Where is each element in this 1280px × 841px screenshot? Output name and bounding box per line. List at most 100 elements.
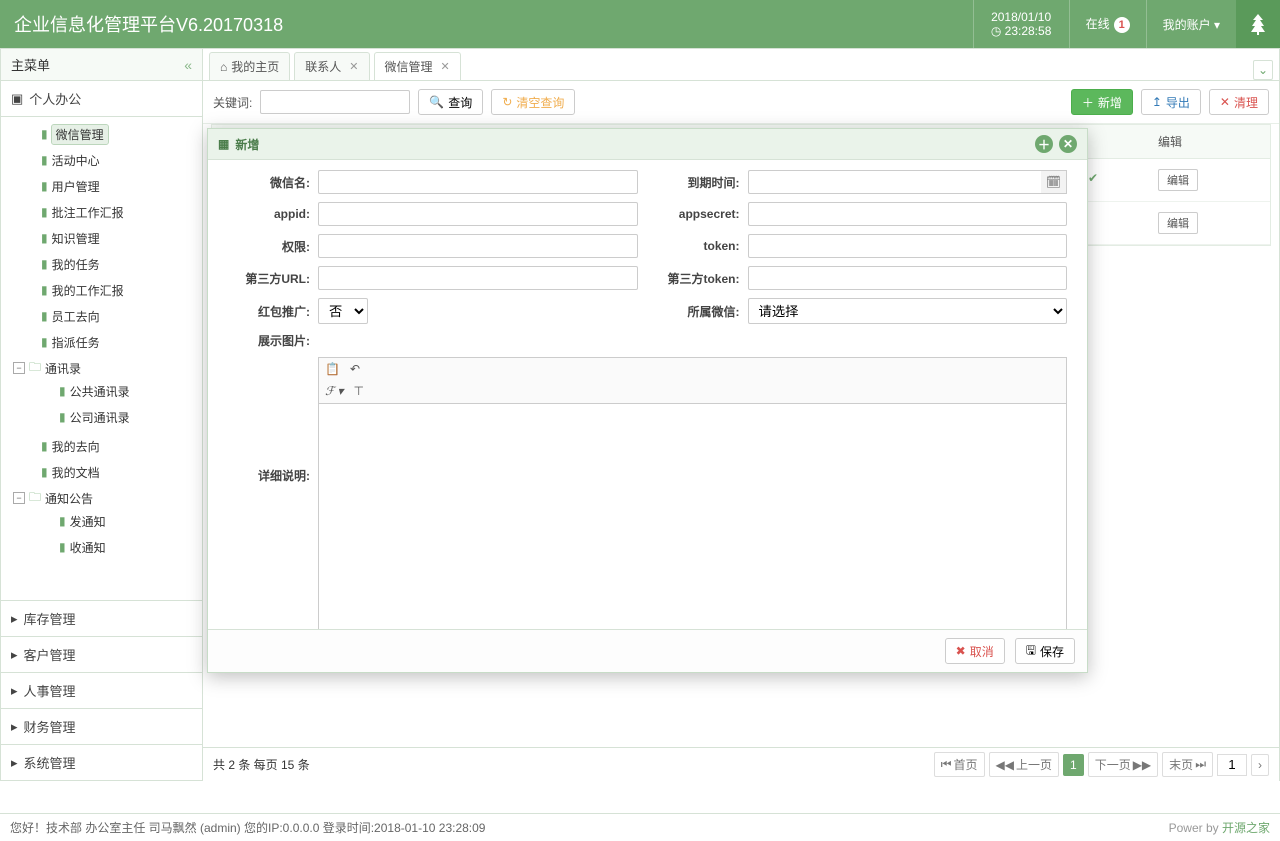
sidebar-section-hr[interactable]: ▸人事管理 bbox=[1, 673, 202, 709]
file-icon: ▮ bbox=[41, 205, 48, 219]
label-thirdtoken: 第三方token: bbox=[658, 270, 748, 287]
dialog-header[interactable]: ▦新增 ＋ ✕ bbox=[208, 129, 1087, 160]
sidebar-section-finance[interactable]: ▸财务管理 bbox=[1, 709, 202, 745]
add-button[interactable]: ＋新增 bbox=[1071, 89, 1133, 115]
input-wxname[interactable] bbox=[318, 170, 638, 194]
pager-summary: 共 2 条 每页 15 条 bbox=[213, 756, 310, 773]
tree-company-contacts[interactable]: ▮公司通讯录 bbox=[1, 407, 202, 427]
pager-next[interactable]: 下一页▶▶ bbox=[1088, 752, 1158, 777]
input-perm[interactable] bbox=[318, 234, 638, 258]
cell-edit: 编辑 bbox=[1150, 208, 1240, 238]
tree-public-contacts[interactable]: ▮公共通讯录 bbox=[1, 381, 202, 401]
file-icon: ▮ bbox=[41, 179, 48, 193]
tree-icon bbox=[1249, 13, 1267, 35]
editor-undo-icon[interactable]: ↶ bbox=[350, 362, 360, 376]
close-icon[interactable]: ✕ bbox=[349, 60, 358, 73]
tree-mydoc[interactable]: ▮我的文档 bbox=[1, 462, 202, 482]
tree-note[interactable]: ▮批注工作汇报 bbox=[1, 202, 202, 222]
pager-first[interactable]: ⏮首页 bbox=[934, 752, 985, 777]
tree-knowledge[interactable]: ▮知识管理 bbox=[1, 228, 202, 248]
tree-mytask[interactable]: ▮我的任务 bbox=[1, 254, 202, 274]
tab-contact[interactable]: 联系人✕ bbox=[294, 52, 369, 80]
file-icon: ▮ bbox=[59, 540, 66, 554]
power-link[interactable]: 开源之家 bbox=[1222, 821, 1270, 835]
sidebar-section-personal[interactable]: ▣ 个人办公 bbox=[1, 81, 202, 117]
pager-current[interactable]: 1 bbox=[1063, 754, 1084, 776]
dialog-maximize-button[interactable]: ＋ bbox=[1035, 135, 1053, 153]
collapse-box-icon[interactable]: − bbox=[13, 362, 25, 374]
tree-notice[interactable]: −🗀通知公告 bbox=[1, 488, 202, 508]
tab-more-button[interactable]: ⌄ bbox=[1253, 60, 1273, 80]
pager-input[interactable] bbox=[1217, 754, 1247, 776]
input-exp[interactable] bbox=[748, 170, 1068, 194]
query-button[interactable]: 🔍查询 bbox=[418, 89, 483, 115]
footer-greeting: 您好！技术部 办公室主任 司马飘然 (admin) 您的IP:0.0.0.0 登… bbox=[10, 819, 485, 836]
sidebar-section-inventory[interactable]: ▸库存管理 bbox=[1, 601, 202, 637]
tree-send-notice[interactable]: ▮发通知 bbox=[1, 511, 202, 531]
input-url[interactable] bbox=[318, 266, 638, 290]
export-button[interactable]: ↥导出 bbox=[1141, 89, 1201, 115]
search-icon: 🔍 bbox=[429, 95, 444, 109]
sidebar-tree: ▮微信管理 ▮活动中心 ▮用户管理 ▮批注工作汇报 ▮知识管理 ▮我的任务 ▮我… bbox=[1, 117, 202, 601]
input-appid[interactable] bbox=[318, 202, 638, 226]
tree-mygo[interactable]: ▮我的去向 bbox=[1, 436, 202, 456]
grid-footer: 共 2 条 每页 15 条 ⏮首页 ◀◀上一页 1 下一页▶▶ 末页⏭ › bbox=[203, 747, 1279, 781]
tab-wechat[interactable]: 微信管理✕ bbox=[374, 52, 461, 80]
keyword-input[interactable] bbox=[260, 90, 410, 114]
pager-last[interactable]: 末页⏭ bbox=[1162, 752, 1213, 777]
label-red: 红包推广: bbox=[228, 303, 318, 320]
folder-icon: 🗀 bbox=[29, 358, 41, 379]
clean-button[interactable]: ✕清理 bbox=[1209, 89, 1269, 115]
header-account[interactable]: 我的账户 ▾ bbox=[1146, 0, 1236, 48]
file-icon: ▮ bbox=[41, 127, 48, 141]
tree-assign[interactable]: ▮指派任务 bbox=[1, 332, 202, 352]
editor-font-icon[interactable]: ℱ ▾ bbox=[325, 384, 343, 399]
select-belong[interactable]: 请选择 bbox=[748, 298, 1068, 324]
dialog-title: 新增 bbox=[235, 136, 259, 153]
header-tree-button[interactable] bbox=[1236, 0, 1280, 48]
sidebar-section-customer[interactable]: ▸客户管理 bbox=[1, 637, 202, 673]
add-dialog: ▦新增 ＋ ✕ 微信名: 到期时间:🗓 appid: appsecret: 权限… bbox=[207, 128, 1088, 673]
clear-query-button[interactable]: ↻清空查询 bbox=[491, 89, 575, 115]
label-token: token: bbox=[658, 239, 748, 253]
col-edit[interactable]: 编辑 bbox=[1150, 125, 1240, 158]
file-icon: ▮ bbox=[41, 231, 48, 245]
collapse-icon[interactable]: « bbox=[184, 57, 192, 73]
tree-myreport[interactable]: ▮我的工作汇报 bbox=[1, 280, 202, 300]
dialog-close-button[interactable]: ✕ bbox=[1059, 135, 1077, 153]
label-img: 展示图片: bbox=[228, 332, 318, 349]
input-thirdtoken[interactable] bbox=[748, 266, 1068, 290]
cancel-button[interactable]: ✖取消 bbox=[945, 638, 1005, 664]
first-icon: ⏮ bbox=[941, 757, 952, 772]
editor-toolbar: 📋 ↶ bbox=[318, 357, 1067, 380]
save-button[interactable]: 🖫保存 bbox=[1015, 638, 1075, 664]
pager-prev[interactable]: ◀◀上一页 bbox=[989, 752, 1059, 777]
close-icon[interactable]: ✕ bbox=[441, 60, 450, 73]
header-online[interactable]: 在线1 bbox=[1069, 0, 1146, 48]
label-belong: 所属微信: bbox=[658, 303, 748, 320]
label-url: 第三方URL: bbox=[228, 270, 318, 287]
select-red[interactable]: 否 bbox=[318, 298, 368, 324]
sidebar-section-system[interactable]: ▸系统管理 bbox=[1, 745, 202, 780]
tree-user[interactable]: ▮用户管理 bbox=[1, 176, 202, 196]
pager-go[interactable]: › bbox=[1251, 754, 1269, 776]
dialog-body: 微信名: 到期时间:🗓 appid: appsecret: 权限: token:… bbox=[208, 160, 1087, 629]
editor-textarea[interactable] bbox=[318, 403, 1067, 629]
tree-recv-notice[interactable]: ▮收通知 bbox=[1, 537, 202, 557]
input-appsecret[interactable] bbox=[748, 202, 1068, 226]
edit-button[interactable]: 编辑 bbox=[1158, 212, 1198, 234]
tree-wechat[interactable]: ▮微信管理 bbox=[1, 124, 202, 144]
play-icon: ▸ bbox=[11, 611, 18, 627]
editor-size-icon[interactable]: ⊤ bbox=[353, 384, 363, 399]
tree-activity[interactable]: ▮活动中心 bbox=[1, 150, 202, 170]
file-icon: ▮ bbox=[41, 465, 48, 479]
tab-home[interactable]: ⌂我的主页 bbox=[209, 52, 290, 80]
tree-contacts[interactable]: −🗀通讯录 bbox=[1, 358, 202, 378]
edit-button[interactable]: 编辑 bbox=[1158, 169, 1198, 191]
calendar-icon[interactable]: 🗓 bbox=[1041, 170, 1067, 194]
input-token[interactable] bbox=[748, 234, 1068, 258]
editor-paste-icon[interactable]: 📋 bbox=[325, 362, 340, 376]
collapse-box-icon[interactable]: − bbox=[13, 492, 25, 504]
tree-staff[interactable]: ▮员工去向 bbox=[1, 306, 202, 326]
label-desc: 详细说明: bbox=[228, 467, 318, 484]
